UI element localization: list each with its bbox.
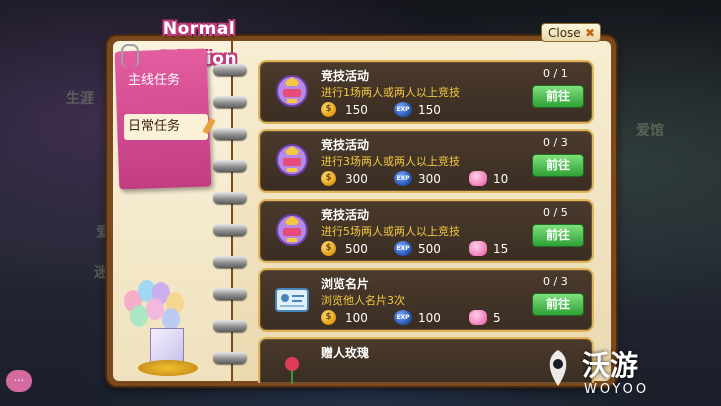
background-sign: 迷 [94, 265, 108, 281]
mission-description: 进行1场两人或两人以上竞技 [321, 86, 460, 99]
watermark-text: 沃游 [582, 349, 639, 382]
coin-icon: $ [321, 241, 336, 256]
coin-icon: $ [321, 310, 336, 325]
coin-amount: 500 [345, 242, 368, 256]
tab-main-missions[interactable]: 主线任务 [124, 68, 208, 94]
trophy-badge-icon [276, 144, 308, 176]
mission-progress: 0 / 3 [543, 275, 568, 288]
coin-amount: 150 [345, 103, 368, 117]
mission-progress: 0 / 5 [543, 206, 568, 219]
coin-amount: 300 [345, 172, 368, 186]
trophy-badge-icon [276, 214, 308, 246]
mission-card: 浏览名片 浏览他人名片3次 0 / 3 前往 $ 100 EXP 100 5 [258, 268, 594, 332]
coin-icon: $ [321, 171, 336, 186]
go-button[interactable]: 前往 [532, 85, 584, 108]
window-title: Normal Mission [161, 19, 237, 69]
watermark: 沃游 WOYOO [540, 342, 715, 402]
mission-card: 竞技活动 进行1场两人或两人以上竞技 0 / 1 前往 $ 150 EXP 15… [258, 60, 594, 124]
tab-daily-missions[interactable]: 日常任务 [124, 114, 216, 140]
mission-description: 进行3场两人或两人以上竞技 [321, 155, 460, 168]
trophy-badge-icon [276, 75, 308, 107]
exp-amount: 150 [418, 103, 441, 117]
mission-title: 竞技活动 [321, 69, 370, 83]
close-icon: ✖ [584, 26, 595, 40]
exp-amount: 300 [418, 172, 441, 186]
woyoo-logo-icon [549, 350, 567, 386]
exp-amount: 500 [418, 242, 441, 256]
exp-amount: 100 [418, 311, 441, 325]
mission-description: 进行5场两人或两人以上竞技 [321, 225, 460, 238]
mission-description: 浏览他人名片3次 [321, 294, 405, 307]
close-button[interactable]: Close ✖ [541, 23, 601, 42]
go-button[interactable]: 前往 [532, 154, 584, 177]
go-button[interactable]: 前往 [532, 224, 584, 247]
mission-title: 竞技活动 [321, 138, 370, 152]
coin-icon: $ [321, 102, 336, 117]
coin-amount: 100 [345, 311, 368, 325]
mission-progress: 0 / 1 [543, 67, 568, 80]
tab-label: 主线任务 [128, 73, 181, 88]
name-card-icon [275, 288, 309, 312]
background-sign: 爱馆 [636, 123, 664, 139]
window-title-plate: Normal Mission [122, 14, 276, 69]
mission-progress: 0 / 3 [543, 136, 568, 149]
heart-icon [469, 171, 487, 186]
mission-title: 赠人玫瑰 [321, 346, 370, 360]
tab-label: 日常任务 [128, 119, 181, 134]
mission-card: 竞技活动 进行5场两人或两人以上竞技 0 / 5 前往 $ 500 EXP 50… [258, 199, 594, 263]
background-sign: 生涯 [66, 91, 94, 107]
watermark-subtext: WOYOO [584, 382, 650, 397]
heart-amount: 10 [493, 172, 509, 186]
exp-icon: EXP [394, 102, 412, 117]
heart-amount: 5 [493, 311, 501, 325]
exp-icon: EXP [394, 310, 412, 325]
gold-coins-icon [138, 360, 198, 376]
paperclip-icon [121, 44, 139, 68]
heart-amount: 15 [493, 242, 509, 256]
mission-title: 浏览名片 [321, 277, 370, 291]
exp-icon: EXP [394, 241, 412, 256]
rose-icon [285, 357, 299, 384]
heart-icon [469, 310, 487, 325]
gift-box-icon [150, 328, 184, 364]
exp-icon: EXP [394, 171, 412, 186]
go-button[interactable]: 前往 [532, 293, 584, 316]
heart-icon [469, 241, 487, 256]
chat-icon[interactable]: ··· [6, 370, 32, 392]
mission-card: 竞技活动 进行3场两人或两人以上竞技 0 / 3 前往 $ 300 EXP 30… [258, 129, 594, 193]
close-label: Close [548, 26, 581, 40]
mission-title: 竞技活动 [321, 208, 370, 222]
